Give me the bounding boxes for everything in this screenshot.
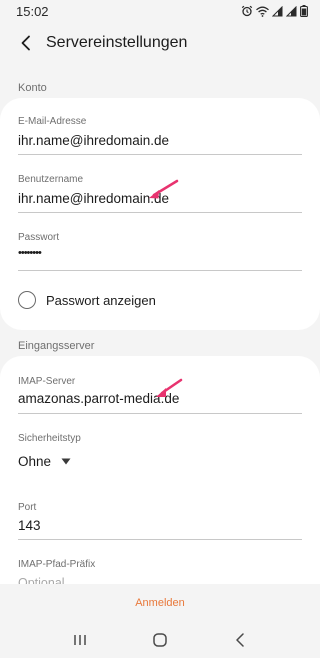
port-value[interactable]: 143 xyxy=(18,518,41,533)
imap-server-underline xyxy=(18,413,302,414)
section-header-incoming: Eingangsserver xyxy=(18,340,95,352)
password-label: Passwort xyxy=(18,232,60,243)
port-underline xyxy=(18,539,302,540)
section-header-account: Konto xyxy=(18,82,47,94)
battery-icon xyxy=(300,5,308,17)
annotation-arrow-username xyxy=(149,179,179,199)
recent-apps-button[interactable] xyxy=(65,625,95,655)
annotation-arrow-imap xyxy=(156,378,183,397)
status-bar: 15:02 xyxy=(0,0,320,22)
app-bar: Servereinstellungen xyxy=(0,22,320,64)
account-card: E-Mail-Adresse ihr.name@ihredomain.de Be… xyxy=(0,98,320,330)
nav-back-button[interactable] xyxy=(225,625,255,655)
page-title: Servereinstellungen xyxy=(46,34,188,51)
wifi-icon xyxy=(256,6,269,17)
port-field[interactable]: Port 143 xyxy=(18,502,302,544)
security-type-value: Ohne xyxy=(18,454,52,469)
home-icon xyxy=(153,633,167,647)
alarm-icon xyxy=(241,5,253,17)
password-underline xyxy=(18,270,302,271)
email-value[interactable]: ihr.name@ihredomain.de xyxy=(18,133,169,148)
back-arrow-icon xyxy=(21,35,30,51)
security-type-field[interactable]: Sicherheitstyp Ohne xyxy=(18,433,302,477)
navigation-bar xyxy=(0,622,320,658)
radio-circle-icon[interactable] xyxy=(18,291,36,309)
recent-apps-icon xyxy=(74,635,86,645)
security-type-dropdown[interactable]: Ohne xyxy=(18,454,71,469)
home-button[interactable] xyxy=(145,625,175,655)
security-type-label: Sicherheitstyp xyxy=(18,433,81,444)
show-password-label: Passwort anzeigen xyxy=(46,292,156,308)
password-field[interactable]: Passwort •••••••• xyxy=(18,232,302,274)
status-time: 15:02 xyxy=(16,3,49,19)
dropdown-caret-icon xyxy=(61,458,71,465)
back-icon xyxy=(236,633,244,647)
show-password-toggle[interactable]: Passwort anzeigen xyxy=(18,291,156,309)
status-icons xyxy=(241,5,308,17)
username-underline xyxy=(18,212,302,213)
email-label: E-Mail-Adresse xyxy=(18,116,87,127)
signal-icon xyxy=(286,5,297,16)
port-label: Port xyxy=(18,502,37,513)
password-value[interactable]: •••••••• xyxy=(18,247,42,259)
bottom-action-bar: Anmelden xyxy=(0,584,320,622)
back-button[interactable] xyxy=(6,23,46,63)
imap-prefix-label: IMAP-Pfad-Präfix xyxy=(18,559,96,570)
email-underline xyxy=(18,154,302,155)
email-field[interactable]: E-Mail-Adresse ihr.name@ihredomain.de xyxy=(18,116,302,158)
signal-icon xyxy=(272,5,283,16)
login-button[interactable]: Anmelden xyxy=(135,597,185,609)
